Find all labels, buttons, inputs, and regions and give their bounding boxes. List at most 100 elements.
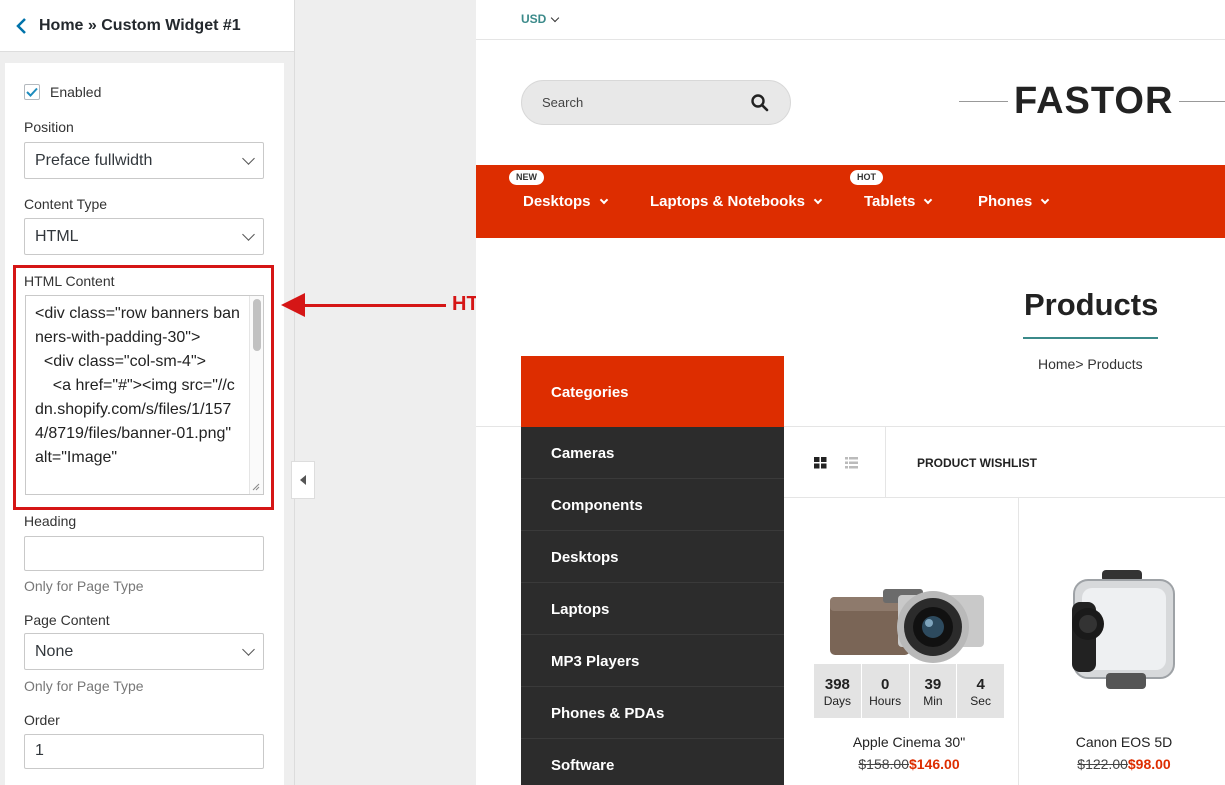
heading-input[interactable] (24, 536, 264, 571)
nav-item-laptops[interactable]: Laptops & Notebooks (650, 193, 823, 210)
product-name[interactable]: Apple Cinema 30" (814, 734, 1004, 750)
timer-unit: Sec (970, 694, 991, 708)
textarea-scrollbar[interactable] (249, 296, 263, 494)
heading-hint: Only for Page Type (24, 578, 144, 594)
timer-seconds: 4 Sec (957, 664, 1004, 718)
timer-days: 398 Days (814, 664, 862, 718)
nav-label: Laptops & Notebooks (650, 193, 806, 210)
chevron-down-icon (1040, 195, 1050, 205)
order-label: Order (24, 712, 60, 728)
grid-view-icon[interactable] (814, 457, 827, 469)
chevron-down-icon (242, 642, 255, 656)
list-view-icon[interactable] (845, 457, 858, 469)
content-type-select[interactable]: HTML (24, 218, 264, 255)
timer-hours: 0 Hours (862, 664, 910, 718)
position-select[interactable]: Preface fullwidth (24, 142, 264, 179)
sale-price: $146.00 (909, 756, 960, 772)
timer-value: 398 (824, 676, 850, 693)
content-type-label: Content Type (24, 196, 108, 212)
chevron-down-icon (551, 13, 560, 23)
collapse-sidebar-button[interactable] (291, 461, 315, 499)
page-content-select[interactable]: None (24, 633, 264, 670)
nav-badge-hot: HOT (850, 170, 883, 185)
position-label: Position (24, 119, 74, 135)
scrollbar-thumb[interactable] (253, 299, 261, 351)
timer-unit: Min (923, 694, 943, 708)
category-item[interactable]: Desktops (521, 531, 784, 583)
currency-value: USD (521, 12, 547, 26)
old-price: $158.00 (858, 756, 909, 772)
panel-breadcrumb: Home » Custom Widget #1 (39, 16, 241, 34)
store-topbar: USD (476, 0, 1225, 40)
search-icon[interactable] (750, 93, 770, 113)
category-item[interactable]: Phones & PDAs (521, 687, 784, 739)
timer-value: 4 (976, 676, 985, 693)
store-preview: USD Search FASTOR NEW Desktops Laptops &… (476, 0, 1225, 785)
main-nav: NEW Desktops Laptops & Notebooks HOT Tab… (476, 165, 1225, 238)
product-toolbar: PRODUCT WISHLIST (784, 427, 1225, 498)
heading-label: Heading (24, 513, 77, 529)
title-underline (1023, 337, 1158, 339)
nav-label: Phones (978, 193, 1033, 210)
category-item[interactable]: Laptops (521, 583, 784, 635)
content-type-value: HTML (35, 227, 79, 245)
nav-label: Tablets (864, 193, 916, 210)
page-title: Products (1024, 287, 1159, 322)
chevron-down-icon (813, 195, 823, 205)
check-icon (26, 87, 38, 97)
old-price: $122.00 (1077, 756, 1128, 772)
store-search[interactable]: Search (521, 80, 791, 125)
timer-value: 39 (924, 676, 942, 693)
timer-unit: Hours (869, 694, 902, 708)
product-name[interactable]: Canon EOS 5D (1029, 734, 1219, 750)
category-item[interactable]: Cameras (521, 427, 784, 479)
category-item[interactable]: MP3 Players (521, 635, 784, 687)
panel-header: Home » Custom Widget #1 (0, 0, 294, 52)
breadcrumb[interactable]: Home> Products (1038, 356, 1143, 372)
toolbar-divider (885, 427, 886, 498)
position-value: Preface fullwidth (35, 151, 153, 169)
countdown-timer: 398 Days 0 Hours 39 Min 4 Sec (814, 664, 1004, 718)
category-item[interactable]: Components (521, 479, 784, 531)
product-price: $122.00$98.00 (1029, 756, 1219, 772)
category-item[interactable]: Software (521, 739, 784, 785)
enabled-checkbox[interactable] (24, 84, 40, 100)
page-content-hint: Only for Page Type (24, 678, 144, 694)
html-content-text: <div class="row banners banners-with-pad… (35, 305, 240, 466)
nav-item-phones[interactable]: Phones (978, 193, 1050, 210)
timer-unit: Days (823, 694, 852, 708)
caret-left-icon (299, 475, 306, 485)
product-wishlist-link[interactable]: PRODUCT WISHLIST (917, 456, 1037, 470)
currency-selector[interactable]: USD (521, 12, 560, 26)
categories-header: Categories (521, 356, 784, 427)
product-price: $158.00$146.00 (814, 756, 1004, 772)
product-image-action-camera[interactable] (1066, 568, 1186, 693)
search-placeholder: Search (542, 95, 584, 110)
store-logo[interactable]: FASTOR (1008, 80, 1180, 122)
nav-item-tablets[interactable]: Tablets (864, 193, 933, 210)
page-content-value: None (35, 642, 74, 660)
order-input[interactable]: 1 (24, 734, 264, 769)
product-divider (1018, 498, 1019, 785)
timer-minutes: 39 Min (910, 664, 958, 718)
product-image-camera[interactable] (828, 585, 988, 665)
nav-item-desktops[interactable]: Desktops (523, 193, 608, 210)
chevron-down-icon (924, 195, 933, 205)
chevron-down-icon (242, 151, 255, 165)
annotation-arrow-head (281, 293, 305, 317)
chevron-down-icon (599, 195, 608, 205)
enabled-row: Enabled (24, 84, 101, 100)
page-content-label: Page Content (24, 612, 110, 628)
timer-value: 0 (880, 676, 890, 693)
sale-price: $98.00 (1127, 756, 1171, 772)
enabled-label: Enabled (50, 84, 102, 100)
resize-grip-icon[interactable] (251, 482, 261, 492)
chevron-down-icon (242, 227, 255, 241)
nav-label: Desktops (523, 193, 591, 210)
back-icon[interactable] (10, 15, 32, 37)
screen: Home » Custom Widget #1 Enabled Position… (0, 0, 1225, 785)
html-content-textarea[interactable]: <div class="row banners banners-with-pad… (25, 295, 264, 495)
annotation-arrow-line (298, 304, 446, 307)
categories-list: Cameras Components Desktops Laptops MP3 … (521, 427, 784, 785)
nav-badge-new: NEW (509, 170, 544, 185)
